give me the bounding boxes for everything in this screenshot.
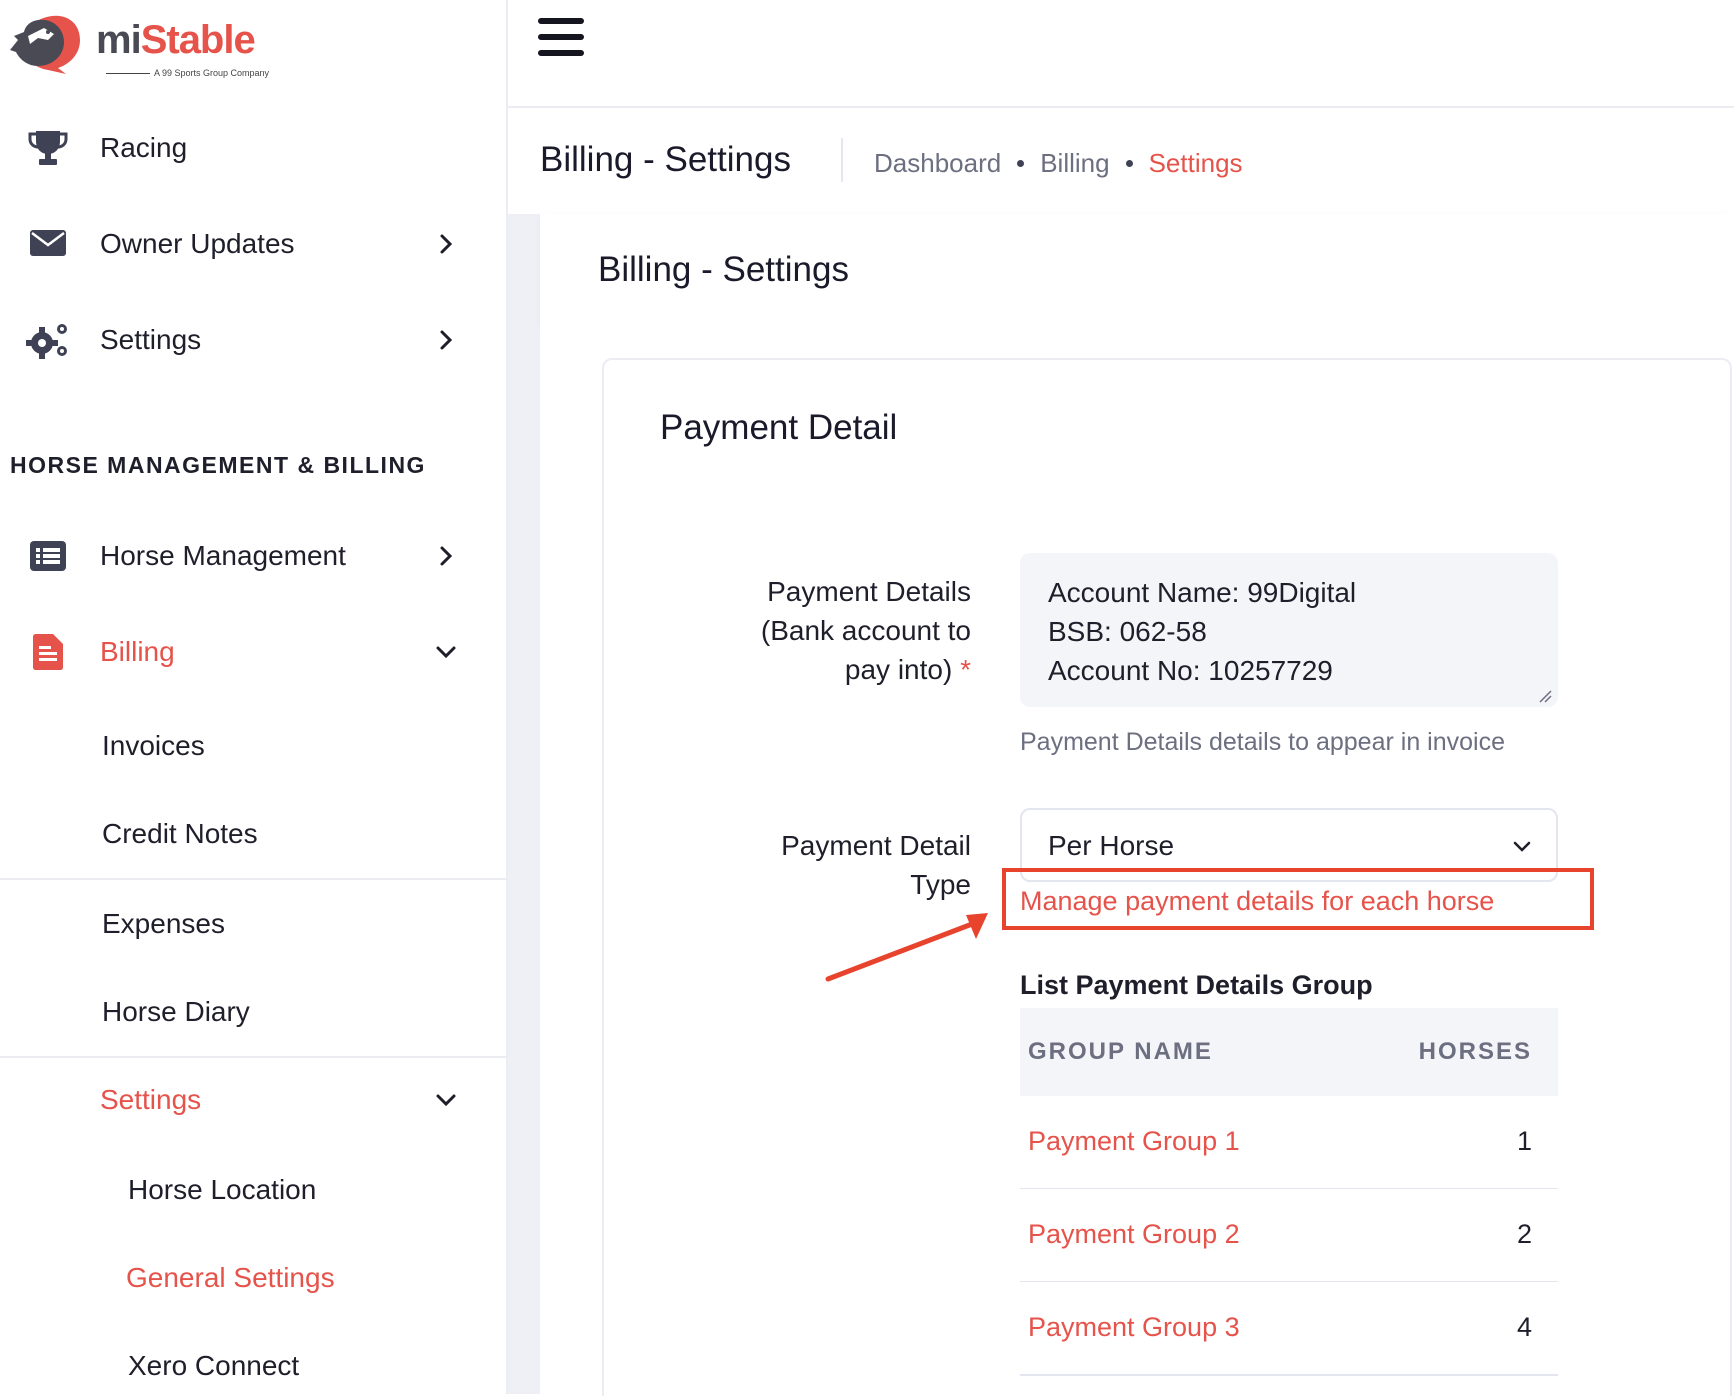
column-header-horses: HORSES <box>1418 1038 1532 1065</box>
page-subheader: Billing - Settings Dashboard Billing Set… <box>508 108 1734 214</box>
header-separator <box>841 138 843 182</box>
column-header-group-name: GROUP NAME <box>1028 1038 1213 1065</box>
sidebar-item-general-settings[interactable]: General Settings <box>126 1262 335 1294</box>
breadcrumb-separator <box>1017 160 1025 167</box>
sidebar-item-billing-settings[interactable]: Settings <box>0 1070 506 1130</box>
document-icon <box>26 632 70 672</box>
horses-count: 4 <box>1516 1312 1532 1342</box>
sidebar-item-horse-location[interactable]: Horse Location <box>128 1174 316 1206</box>
envelope-icon <box>26 224 70 264</box>
sidebar-item-horse-diary[interactable]: Horse Diary <box>102 996 250 1028</box>
sidebar-item-billing[interactable]: Billing <box>0 622 506 682</box>
payment-details-textarea[interactable]: Account Name: 99Digital BSB: 062-58 Acco… <box>1020 553 1558 707</box>
sidebar-item-settings[interactable]: Settings <box>0 310 506 370</box>
table-row: Payment Group 1 1 <box>1020 1096 1558 1190</box>
chevron-down-icon <box>1513 841 1531 852</box>
chevron-down-icon <box>436 646 456 659</box>
horse-head-logo-icon <box>10 15 80 74</box>
sidebar-item-label: Billing <box>100 636 175 667</box>
horses-count: 1 <box>1516 1126 1532 1156</box>
sidebar-item-xero-connect[interactable]: Xero Connect <box>128 1350 299 1382</box>
sidebar-item-label: Settings <box>100 1084 202 1115</box>
label-line: Payment Detail <box>781 830 971 861</box>
sidebar-divider <box>0 1056 506 1058</box>
payment-group-link[interactable]: Payment Group 2 <box>1028 1219 1240 1250</box>
horses-count: 2 <box>1516 1219 1532 1249</box>
textarea-line: Account Name: 99Digital <box>1048 577 1357 608</box>
breadcrumb-billing[interactable]: Billing <box>1040 148 1109 179</box>
top-navbar <box>508 0 1734 108</box>
table-header: GROUP NAME HORSES <box>1020 1008 1558 1098</box>
label-line: Type <box>910 869 971 900</box>
chevron-down-icon <box>436 1094 456 1107</box>
textarea-line: BSB: 062-58 <box>1048 616 1207 647</box>
logo-divider <box>106 73 150 74</box>
brand-tagline: A 99 Sports Group Company <box>154 68 270 78</box>
section-title-horse-management-billing: HORSE MANAGEMENT & BILLING <box>10 452 426 478</box>
brand-name: miStable <box>96 18 256 62</box>
breadcrumb-separator <box>1125 160 1133 167</box>
payment-detail-type-label: Payment Detail Type <box>781 826 971 904</box>
payment-detail-heading: Payment Detail <box>660 408 898 447</box>
payment-group-link[interactable]: Payment Group 3 <box>1028 1312 1240 1343</box>
sidebar-item-owner-updates[interactable]: Owner Updates <box>0 214 506 274</box>
trophy-icon <box>26 128 70 168</box>
payment-group-link[interactable]: Payment Group 1 <box>1028 1126 1240 1157</box>
sidebar-item-expenses[interactable]: Expenses <box>102 908 225 940</box>
label-line: pay into) <box>844 654 953 685</box>
gears-icon <box>26 320 70 360</box>
card-header: Billing - Settings <box>540 214 1734 326</box>
sidebar-item-label: Racing <box>100 132 188 163</box>
payment-details-help-text: Payment Details details to appear in inv… <box>1020 728 1505 756</box>
resize-handle-icon[interactable] <box>1538 689 1552 703</box>
sidebar-item-racing[interactable]: Racing <box>0 118 506 178</box>
page-title: Billing - Settings <box>540 140 791 179</box>
sidebar-divider <box>0 878 506 880</box>
card-title: Billing - Settings <box>598 250 849 289</box>
annotation-arrow-icon <box>825 913 988 982</box>
sidebar-item-credit-notes[interactable]: Credit Notes <box>102 818 258 850</box>
sidebar-item-label: Owner Updates <box>100 228 295 259</box>
label-line: Payment Details <box>767 576 971 607</box>
hamburger-menu-icon[interactable] <box>538 18 584 62</box>
table-row: Payment Group 2 2 <box>1020 1189 1558 1283</box>
required-asterisk: * <box>960 654 971 685</box>
sidebar-item-horse-management[interactable]: Horse Management <box>0 526 506 586</box>
select-value: Per Horse <box>1048 830 1175 861</box>
breadcrumb-settings: Settings <box>1148 148 1243 178</box>
chevron-right-icon <box>440 330 453 350</box>
sidebar: miStable A 99 Sports Group Company Racin… <box>0 0 508 1394</box>
mistable-logo[interactable]: miStable A 99 Sports Group Company <box>8 10 269 80</box>
sidebar-item-label: Settings <box>100 324 202 355</box>
manage-payment-details-link[interactable]: Manage payment details for each horse <box>1020 886 1494 917</box>
breadcrumb: Dashboard Billing Settings <box>874 148 1243 179</box>
list-payment-details-group-title: List Payment Details Group <box>1020 970 1373 1000</box>
table-row: Payment Group 3 4 <box>1020 1282 1558 1376</box>
sidebar-item-invoices[interactable]: Invoices <box>102 730 205 762</box>
label-line: (Bank account to <box>760 615 971 646</box>
sidebar-item-label: Horse Management <box>100 540 346 571</box>
chevron-right-icon <box>440 546 453 566</box>
list-icon <box>26 536 70 576</box>
chevron-right-icon <box>440 234 453 254</box>
payment-details-label: Payment Details (Bank account to pay int… <box>761 572 971 689</box>
textarea-line: Account No: 10257729 <box>1048 655 1333 686</box>
breadcrumb-dashboard[interactable]: Dashboard <box>874 148 1001 179</box>
